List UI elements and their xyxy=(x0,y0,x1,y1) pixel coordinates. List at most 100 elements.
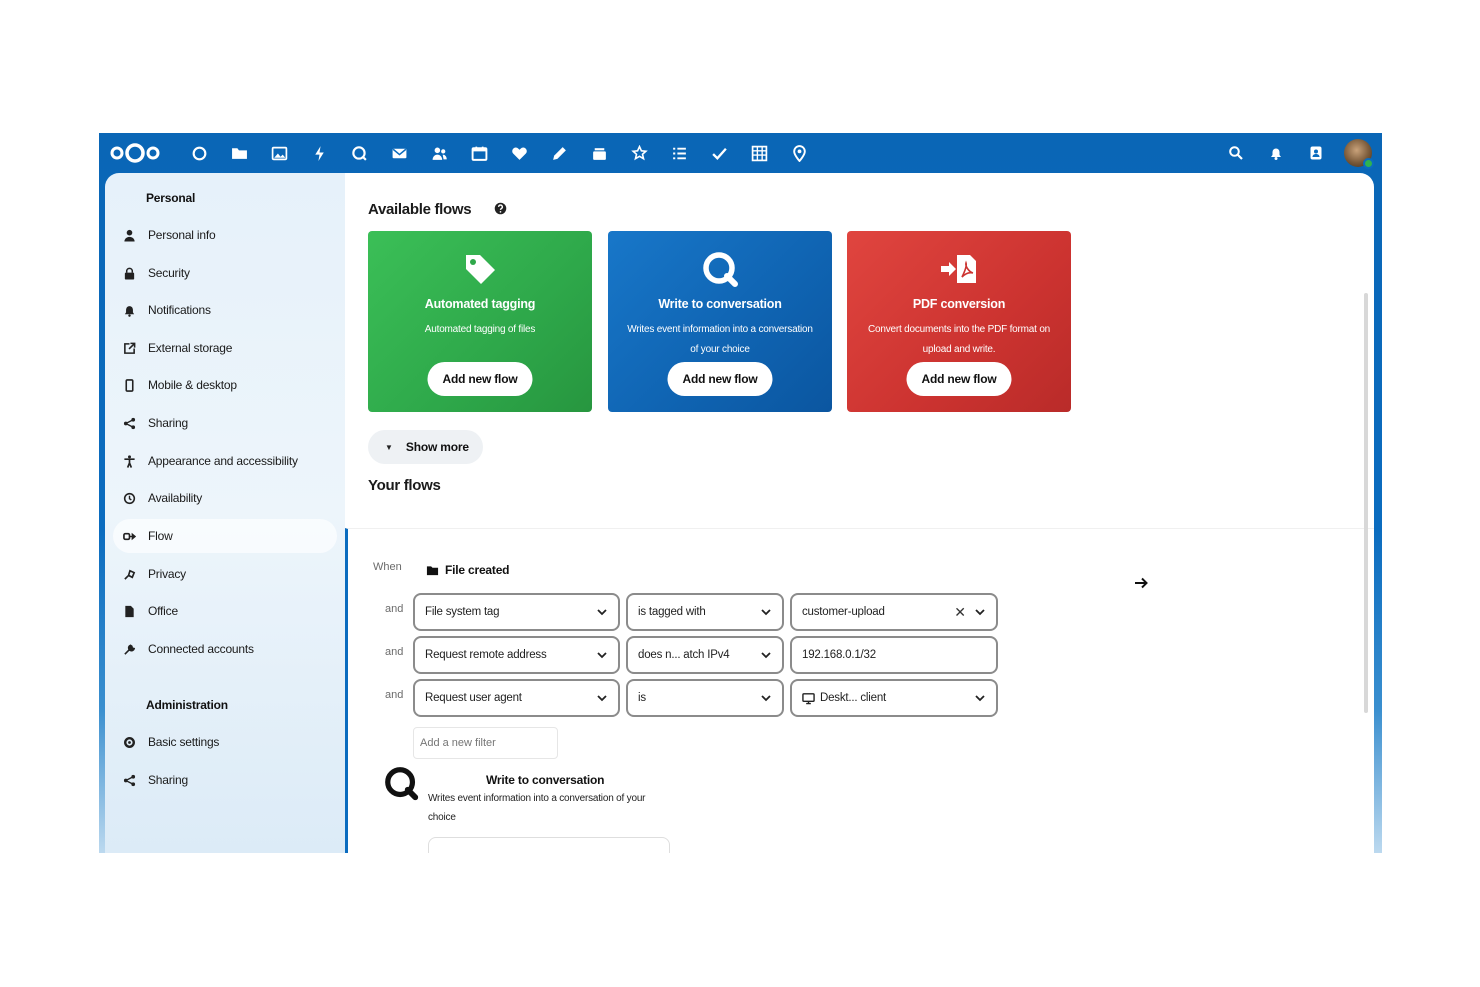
sidebar-item-label: Availability xyxy=(148,491,203,505)
personal-heading: Personal xyxy=(146,191,196,205)
list-app-icon[interactable] xyxy=(659,133,699,173)
settings-sidebar: Personal Personal info Security Notifica… xyxy=(105,173,345,853)
sidebar-item-label: Personal info xyxy=(148,228,216,242)
sidebar-item-label: Connected accounts xyxy=(148,642,254,656)
sidebar-item-basic-settings[interactable]: Basic settings xyxy=(113,725,337,759)
bell-icon xyxy=(122,303,136,317)
deck-app-icon[interactable] xyxy=(579,133,619,173)
scrollbar[interactable] xyxy=(1364,293,1368,713)
sidebar-item-mobile-desktop[interactable]: Mobile & desktop xyxy=(113,368,337,402)
sidebar-item-office[interactable]: Office xyxy=(113,594,337,628)
header-right xyxy=(1216,133,1374,173)
sidebar-item-flow[interactable]: Flow xyxy=(113,519,337,553)
notifications-icon[interactable] xyxy=(1256,133,1296,173)
check-operator-select[interactable]: is tagged with xyxy=(626,593,784,631)
add-new-flow-button[interactable]: Add new flow xyxy=(427,362,533,396)
tables-app-icon[interactable] xyxy=(739,133,779,173)
nextcloud-logo[interactable] xyxy=(109,141,161,165)
check-field-select[interactable]: File system tag xyxy=(413,593,620,631)
card-description: Convert documents into the PDF format on… xyxy=(867,324,1051,355)
sidebar-item-availability[interactable]: Availability xyxy=(113,481,337,515)
sidebar-item-privacy[interactable]: Privacy xyxy=(113,557,337,591)
gear-icon xyxy=(122,735,136,749)
conversation-select[interactable] xyxy=(428,837,670,853)
select-value: does n... atch IPv4 xyxy=(638,649,730,661)
dashboard-app-icon[interactable] xyxy=(179,133,219,173)
sidebar-item-label: Basic settings xyxy=(148,735,220,749)
sidebar-item-connected-accounts[interactable]: Connected accounts xyxy=(113,632,337,666)
user-icon xyxy=(122,228,136,242)
sidebar-item-label: Security xyxy=(148,266,190,280)
sidebar-item-label: Sharing xyxy=(148,416,188,430)
sidebar-item-label: Sharing xyxy=(148,773,188,787)
sidebar-item-appearance[interactable]: Appearance and accessibility xyxy=(113,444,337,478)
sidebar-item-notifications[interactable]: Notifications xyxy=(113,293,337,327)
activity-app-icon[interactable] xyxy=(299,133,339,173)
avatar[interactable] xyxy=(1344,139,1374,169)
clear-icon[interactable]: ✕ xyxy=(954,604,966,621)
share-icon xyxy=(122,773,136,787)
chevron-down-icon xyxy=(597,609,607,616)
check-operator-select[interactable]: is xyxy=(626,679,784,717)
event-label: File created xyxy=(445,563,510,577)
flow-card-write-to-conversation: Write to conversation Writes event infor… xyxy=(608,231,832,412)
clock-icon xyxy=(122,491,136,505)
select-value: is xyxy=(638,692,646,704)
check-value-input[interactable]: 192.168.0.1/32 xyxy=(790,636,998,674)
privacy-icon xyxy=(122,567,136,581)
show-more-button[interactable]: ▼ Show more xyxy=(368,430,483,464)
flow-rule: When File created and File system tag is… xyxy=(345,528,1374,853)
add-new-flow-button[interactable]: Add new flow xyxy=(906,362,1012,396)
lock-icon xyxy=(122,266,136,280)
check-value-select[interactable]: Deskt... client xyxy=(790,679,998,717)
news-app-icon[interactable] xyxy=(619,133,659,173)
select-value: customer-upload xyxy=(802,606,885,618)
add-new-flow-button[interactable]: Add new flow xyxy=(667,362,773,396)
files-app-icon[interactable] xyxy=(219,133,259,173)
caret-down-icon: ▼ xyxy=(385,442,393,452)
check-operator-select[interactable]: does n... atch IPv4 xyxy=(626,636,784,674)
external-link-icon xyxy=(122,341,136,355)
sidebar-item-security[interactable]: Security xyxy=(113,256,337,290)
and-label: and xyxy=(385,646,404,658)
tag-icon xyxy=(458,247,502,291)
flow-card-automated-tagging: Automated tagging Automated tagging of f… xyxy=(368,231,592,412)
sidebar-item-label: Privacy xyxy=(148,567,186,581)
show-more-label: Show more xyxy=(405,440,469,454)
sidebar-item-label: Appearance and accessibility xyxy=(148,454,298,468)
health-app-icon[interactable] xyxy=(499,133,539,173)
select-value: is tagged with xyxy=(638,606,706,618)
talk-icon xyxy=(385,767,419,801)
arrow-right-icon xyxy=(1135,577,1148,589)
talk-app-icon[interactable] xyxy=(339,133,379,173)
contacts-app-icon[interactable] xyxy=(419,133,459,173)
event-selector[interactable]: File created xyxy=(426,563,510,577)
chevron-down-icon xyxy=(597,652,607,659)
add-filter-input[interactable] xyxy=(413,727,558,759)
sidebar-item-external-storage[interactable]: External storage xyxy=(113,331,337,365)
select-value: Deskt... client xyxy=(820,692,887,704)
check-field-select[interactable]: Request remote address xyxy=(413,636,620,674)
maps-app-icon[interactable] xyxy=(779,133,819,173)
photos-app-icon[interactable] xyxy=(259,133,299,173)
sidebar-item-personal-info[interactable]: Personal info xyxy=(113,218,337,252)
search-icon[interactable] xyxy=(1216,133,1256,173)
wrench-icon xyxy=(122,642,136,656)
tasks-app-icon[interactable] xyxy=(699,133,739,173)
check-value-select[interactable]: customer-upload ✕ xyxy=(790,593,998,631)
sidebar-item-admin-sharing[interactable]: Sharing xyxy=(113,763,337,797)
chevron-down-icon xyxy=(597,695,607,702)
select-value: File system tag xyxy=(425,606,500,618)
card-title: Automated tagging xyxy=(424,297,536,311)
help-icon[interactable] xyxy=(494,202,507,215)
sidebar-item-sharing[interactable]: Sharing xyxy=(113,406,337,440)
mail-app-icon[interactable] xyxy=(379,133,419,173)
sidebar-item-label: External storage xyxy=(148,341,233,355)
contacts-menu-icon[interactable] xyxy=(1296,133,1336,173)
notes-app-icon[interactable] xyxy=(539,133,579,173)
check-field-select[interactable]: Request user agent xyxy=(413,679,620,717)
select-value: Request remote address xyxy=(425,649,547,661)
sidebar-item-label: Mobile & desktop xyxy=(148,378,237,392)
chevron-down-icon xyxy=(761,652,771,659)
calendar-app-icon[interactable] xyxy=(459,133,499,173)
